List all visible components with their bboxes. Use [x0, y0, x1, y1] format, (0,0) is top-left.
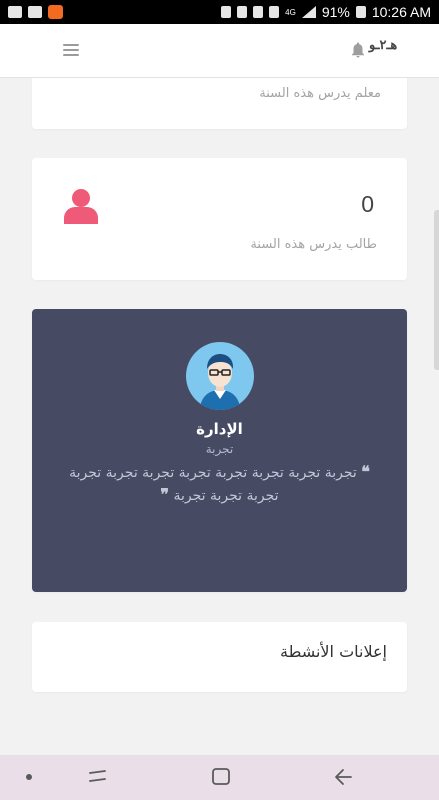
clock: 10:26 AM — [371, 4, 431, 20]
user-icon — [64, 189, 98, 224]
admin-quote: ❝ تجربة تجربة تجربة تجربة تجربة تجربة تج… — [62, 461, 377, 507]
battery-percent: 91% — [321, 4, 350, 20]
status-bar: 4G 91% 10:26 AM — [0, 0, 439, 24]
teachers-label: معلم يدرس هذه السنة — [259, 86, 381, 101]
assistant-dot-icon[interactable] — [26, 774, 32, 780]
app-notification-icon — [48, 5, 63, 19]
alarm-icon — [253, 6, 264, 18]
back-button-icon[interactable] — [333, 767, 355, 787]
nfc-icon — [221, 6, 232, 18]
close-quote-icon: ❞ — [160, 485, 170, 504]
brand-logo: هـ٢ـو — [369, 38, 398, 53]
chat-notification-icon — [8, 6, 22, 18]
home-button-icon[interactable] — [210, 767, 232, 787]
open-quote-icon: ❝ — [361, 462, 370, 481]
bluetooth-icon — [237, 6, 248, 18]
top-app-bar: هـ٢ـو — [0, 24, 439, 78]
image-notification-icon — [28, 6, 42, 18]
teachers-card: معلم يدرس هذه السنة — [32, 78, 407, 129]
scroll-indicator — [434, 210, 439, 370]
network-type: 4G — [285, 7, 296, 17]
students-count: 0 — [361, 191, 374, 217]
recent-apps-icon[interactable] — [87, 767, 109, 787]
menu-button[interactable] — [63, 44, 79, 56]
admin-quote-text: تجربة تجربة تجربة تجربة تجربة تجربة تجرب… — [69, 465, 357, 504]
system-nav-bar — [0, 755, 439, 800]
activities-card[interactable]: إعلانات الأنشطة — [32, 622, 407, 692]
battery-icon — [355, 6, 366, 18]
sim-icon — [269, 6, 280, 18]
students-label: طالب يدرس هذه السنة — [250, 237, 377, 252]
signal-icon — [301, 6, 316, 18]
notification-bell-icon[interactable] — [349, 41, 367, 59]
admin-role: تجربة — [205, 442, 234, 456]
admin-avatar — [186, 342, 254, 410]
admin-name: الإدارة — [196, 420, 243, 438]
admin-card: الإدارة تجربة ❝ تجربة تجربة تجربة تجربة … — [32, 309, 407, 592]
students-card: 0 طالب يدرس هذه السنة — [32, 158, 407, 280]
person-with-glasses-icon — [200, 354, 240, 410]
activities-title: إعلانات الأنشطة — [279, 642, 387, 661]
